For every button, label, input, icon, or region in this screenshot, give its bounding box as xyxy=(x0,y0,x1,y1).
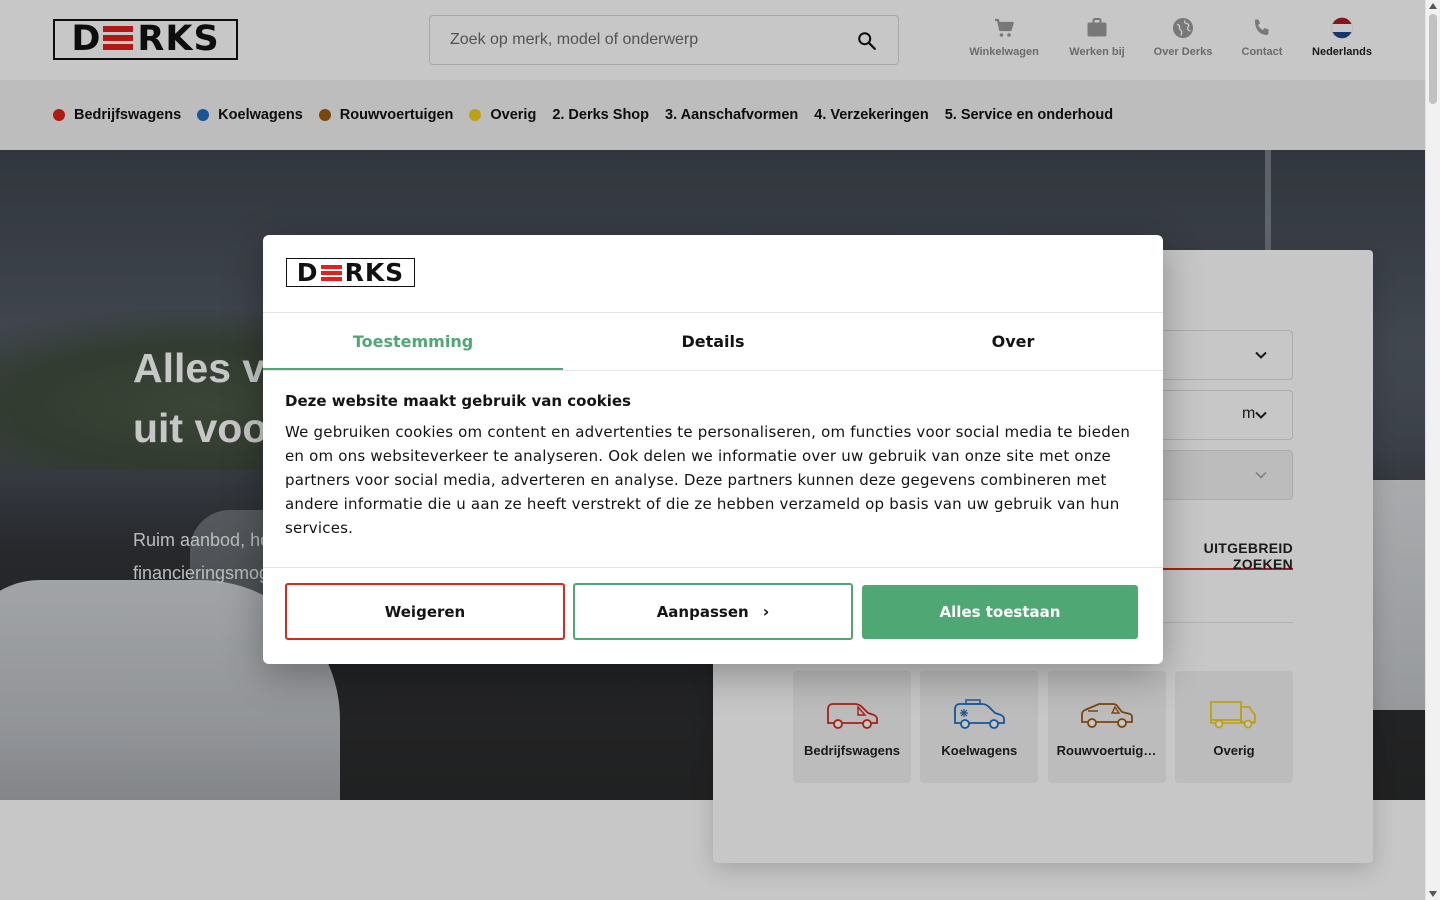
consent-buttons: Weigeren Aanpassen › Alles toestaan xyxy=(285,583,1140,641)
consent-tabs: Toestemming Details Over xyxy=(263,313,1163,371)
tab-toestemming[interactable]: Toestemming xyxy=(263,313,563,371)
customize-button[interactable]: Aanpassen › xyxy=(573,583,853,640)
customize-label: Aanpassen xyxy=(656,602,749,621)
refuse-label: Weigeren xyxy=(384,602,466,621)
tab-details[interactable]: Details xyxy=(563,313,863,370)
consent-text: We gebruiken cookies om content en adver… xyxy=(285,423,1131,537)
dialog-logo: D RKS xyxy=(286,258,415,287)
accept-label: Alles toestaan xyxy=(939,603,1061,621)
scroll-thumb[interactable] xyxy=(1429,14,1437,104)
scroll-up-arrow-icon[interactable] xyxy=(1429,3,1437,9)
page: DRKS Winkelwagen Werken bij Over Derks xyxy=(0,0,1440,900)
consent-heading: Deze website maakt gebruik van cookies xyxy=(285,392,631,410)
cookie-consent-dialog: D RKS Toestemming Details Over Deze websi… xyxy=(263,235,1163,664)
refuse-button[interactable]: Weigeren xyxy=(285,583,565,640)
dialog-divider-tabs xyxy=(263,370,1163,371)
chevron-right-icon: › xyxy=(762,602,770,621)
accept-all-button[interactable]: Alles toestaan xyxy=(862,585,1138,639)
dialog-divider-bottom xyxy=(263,567,1163,568)
page-scrollbar[interactable] xyxy=(1425,0,1440,900)
logo-wordmark: D RKS xyxy=(296,258,405,287)
tab-over[interactable]: Over xyxy=(863,313,1163,370)
scroll-down-arrow-icon[interactable] xyxy=(1429,891,1437,897)
consent-body: Deze website maakt gebruik van cookies W… xyxy=(285,392,1145,540)
